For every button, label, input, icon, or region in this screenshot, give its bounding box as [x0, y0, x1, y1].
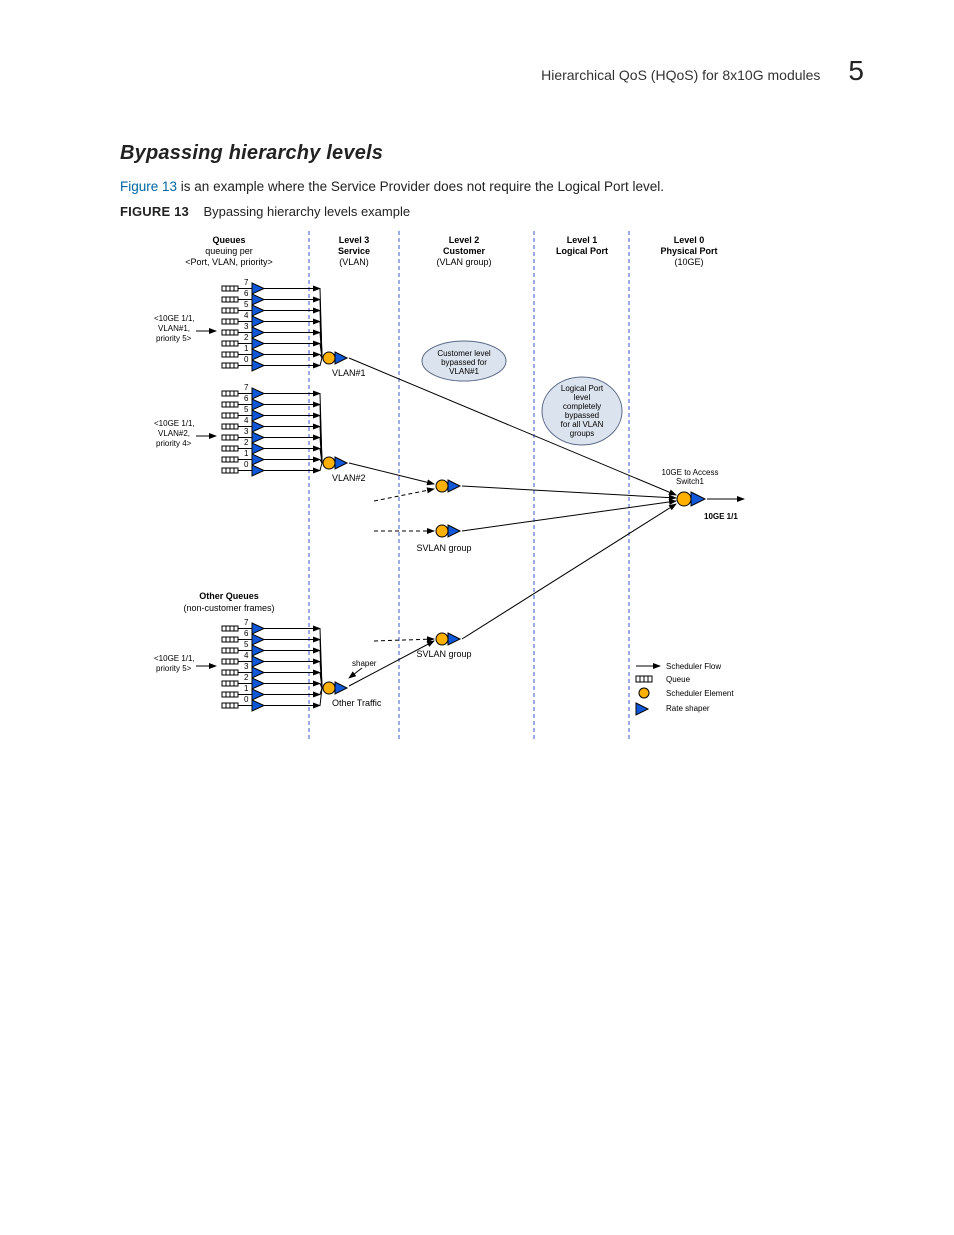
svg-text:10GE to Access: 10GE to Access — [662, 468, 719, 477]
svg-text:VLAN#2,: VLAN#2, — [158, 429, 190, 438]
svg-text:7: 7 — [244, 618, 249, 627]
header-title: Hierarchical QoS (HQoS) for 8x10G module… — [541, 67, 820, 83]
svg-text:(VLAN group): (VLAN group) — [436, 257, 491, 267]
svg-text:Customer: Customer — [443, 246, 486, 256]
svg-text:Queues: Queues — [212, 235, 245, 245]
svg-text:Level 3: Level 3 — [339, 235, 370, 245]
svg-text:Level 2: Level 2 — [449, 235, 480, 245]
svg-text:Level 0: Level 0 — [674, 235, 705, 245]
chapter-number: 5 — [848, 55, 864, 87]
svg-text:Service: Service — [338, 246, 370, 256]
svg-text:2: 2 — [244, 438, 249, 447]
svg-text:VLAN#1: VLAN#1 — [449, 367, 479, 376]
svg-text:Other Traffic: Other Traffic — [332, 698, 382, 708]
svg-text:Queue: Queue — [666, 675, 691, 684]
svg-text:Logical Port: Logical Port — [561, 384, 604, 393]
svg-text:SVLAN group: SVLAN group — [416, 543, 471, 553]
svg-text:SVLAN group: SVLAN group — [416, 649, 471, 659]
svg-text:5: 5 — [244, 640, 249, 649]
svg-text:Level 1: Level 1 — [567, 235, 598, 245]
svg-text:3: 3 — [244, 427, 249, 436]
svg-text:groups: groups — [570, 429, 594, 438]
svg-text:7: 7 — [244, 383, 249, 392]
svg-text:queuing per: queuing per — [205, 246, 253, 256]
svg-text:VLAN#1,: VLAN#1, — [158, 324, 190, 333]
intro-paragraph: Figure 13 is an example where the Servic… — [120, 179, 864, 194]
svg-text:Customer level: Customer level — [437, 349, 491, 358]
svg-text:Logical Port: Logical Port — [556, 246, 608, 256]
svg-text:priority 4>: priority 4> — [156, 439, 192, 448]
svg-text:VLAN#2: VLAN#2 — [332, 473, 366, 483]
svg-text:priority 5>: priority 5> — [156, 664, 192, 673]
svg-text:10GE 1/1: 10GE 1/1 — [704, 512, 738, 521]
figure-label-lead: FIGURE 13 — [120, 204, 189, 219]
svg-text:shaper: shaper — [352, 659, 377, 668]
svg-text:4: 4 — [244, 416, 249, 425]
svg-text:<10GE 1/1,: <10GE 1/1, — [154, 419, 195, 428]
figure-ref-link[interactable]: Figure 13 — [120, 179, 177, 194]
svg-text:0: 0 — [244, 695, 249, 704]
svg-text:3: 3 — [244, 662, 249, 671]
svg-text:level: level — [574, 393, 591, 402]
svg-text:VLAN#1: VLAN#1 — [332, 368, 366, 378]
svg-text:0: 0 — [244, 460, 249, 469]
svg-text:5: 5 — [244, 405, 249, 414]
svg-text:(non-customer frames): (non-customer frames) — [183, 603, 274, 613]
svg-text:4: 4 — [244, 311, 249, 320]
svg-text:5: 5 — [244, 300, 249, 309]
svg-text:4: 4 — [244, 651, 249, 660]
svg-text:<10GE 1/1,: <10GE 1/1, — [154, 314, 195, 323]
svg-text:Other Queues: Other Queues — [199, 591, 259, 601]
svg-text:bypassed for: bypassed for — [441, 358, 487, 367]
svg-text:0: 0 — [244, 355, 249, 364]
svg-text:2: 2 — [244, 333, 249, 342]
section-heading: Bypassing hierarchy levels — [120, 142, 864, 165]
svg-text:6: 6 — [244, 629, 249, 638]
svg-text:6: 6 — [244, 394, 249, 403]
svg-text:<10GE 1/1,: <10GE 1/1, — [154, 654, 195, 663]
svg-text:<Port, VLAN, priority>: <Port, VLAN, priority> — [185, 257, 273, 267]
svg-text:completely: completely — [563, 402, 601, 411]
svg-text:Physical Port: Physical Port — [660, 246, 717, 256]
svg-text:1: 1 — [244, 684, 249, 693]
svg-text:7: 7 — [244, 278, 249, 287]
figure-caption: Bypassing hierarchy levels example — [203, 204, 410, 219]
running-header: Hierarchical QoS (HQoS) for 8x10G module… — [120, 55, 864, 87]
svg-text:Rate shaper: Rate shaper — [666, 704, 710, 713]
svg-text:(VLAN): (VLAN) — [339, 257, 369, 267]
svg-text:bypassed: bypassed — [565, 411, 599, 420]
svg-text:3: 3 — [244, 322, 249, 331]
svg-text:Scheduler Element: Scheduler Element — [666, 689, 734, 698]
svg-text:priority 5>: priority 5> — [156, 334, 192, 343]
svg-text:2: 2 — [244, 673, 249, 682]
svg-text:Switch1: Switch1 — [676, 477, 705, 486]
svg-text:(10GE): (10GE) — [674, 257, 703, 267]
svg-text:Scheduler Flow: Scheduler Flow — [666, 662, 721, 671]
svg-text:for all VLAN: for all VLAN — [561, 420, 604, 429]
figure-diagram: Queues queuing per <Port, VLAN, priority… — [144, 231, 864, 761]
svg-text:6: 6 — [244, 289, 249, 298]
svg-text:1: 1 — [244, 344, 249, 353]
svg-text:1: 1 — [244, 449, 249, 458]
hqos-diagram-svg: Queues queuing per <Port, VLAN, priority… — [144, 231, 754, 761]
intro-text: is an example where the Service Provider… — [177, 179, 664, 194]
figure-label: FIGURE 13 Bypassing hierarchy levels exa… — [120, 204, 864, 219]
